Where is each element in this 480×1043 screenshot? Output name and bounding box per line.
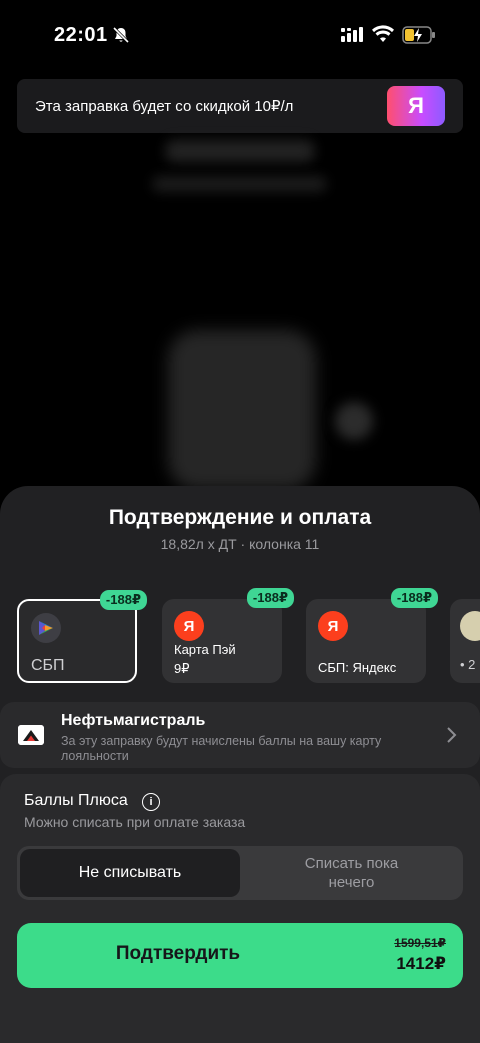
old-price: 1599,51₽ bbox=[394, 936, 446, 950]
plus-points-subtitle: Можно списать при оплате заказа bbox=[24, 814, 246, 830]
plus-points-title: Баллы Плюса bbox=[24, 792, 128, 809]
promo-text: Эта заправка будет со скидкой 10₽/л bbox=[35, 98, 294, 115]
yandex-logo: Я bbox=[387, 86, 445, 126]
payment-method-label: Карта Пэй bbox=[174, 642, 236, 657]
chevron-right-icon bbox=[447, 727, 457, 743]
sheet-subtitle: 18,82л х ДТ · колонка 11 bbox=[160, 536, 320, 552]
yandex-icon: Я bbox=[174, 611, 204, 641]
bell-muted-icon bbox=[112, 26, 130, 44]
payment-method-sbp-yandex[interactable]: -188₽ Я СБП: Яндекс bbox=[306, 588, 438, 683]
sheet-title: Подтверждение и оплата bbox=[108, 506, 372, 529]
info-icon[interactable]: i bbox=[142, 793, 160, 811]
wifi-icon bbox=[372, 25, 394, 42]
confirm-button[interactable]: Подтвердить 1599,51₽ 1412₽ bbox=[17, 923, 463, 988]
discount-badge: -188₽ bbox=[390, 588, 438, 608]
background-subtitle-blurred bbox=[152, 176, 327, 192]
payment-method-label: СБП bbox=[31, 657, 65, 674]
sbp-icon bbox=[31, 613, 61, 643]
new-price: 1412₽ bbox=[396, 954, 446, 973]
loyalty-card-row[interactable]: Нефтьмагистраль За эту заправку будут на… bbox=[0, 702, 480, 768]
payment-method-balance: 9₽ bbox=[174, 661, 190, 676]
loyalty-description: За эту заправку будут начислены баллы на… bbox=[61, 734, 382, 763]
points-toggle: Не списывать Списать пока нечего bbox=[17, 846, 463, 900]
discount-badge: -188₽ bbox=[99, 590, 147, 610]
neftmagistral-logo bbox=[18, 725, 44, 745]
payment-method-card-pay[interactable]: -188₽ Я Карта Пэй 9₽ bbox=[162, 588, 294, 683]
option-spend-label: Списать пока нечего bbox=[304, 855, 399, 891]
payment-method-balance: • 2 bbox=[460, 657, 476, 672]
payment-sheet: Подтверждение и оплата 18,82л х ДТ · кол… bbox=[0, 486, 480, 1043]
promo-banner[interactable]: Эта заправка будет со скидкой 10₽/л Я bbox=[17, 79, 463, 133]
status-bar: 22:01 bbox=[0, 0, 480, 70]
discount-badge: -188₽ bbox=[246, 588, 294, 608]
coin-icon bbox=[460, 611, 480, 641]
option-spend[interactable]: Списать пока нечего bbox=[240, 846, 463, 900]
option-dont-spend[interactable]: Не списывать bbox=[20, 849, 240, 897]
yandex-icon: Я bbox=[318, 611, 348, 641]
signal-icon bbox=[341, 27, 363, 42]
payment-method-sbp[interactable]: -188₽ СБП bbox=[17, 590, 147, 683]
confirm-label: Подтвердить bbox=[115, 943, 241, 964]
background-title-blurred bbox=[165, 140, 315, 162]
loyalty-title: Нефтьмагистраль bbox=[61, 712, 206, 729]
payment-method-partial[interactable]: • 2 bbox=[450, 599, 480, 683]
payment-method-label: СБП: Яндекс bbox=[318, 660, 397, 675]
status-time: 22:01 bbox=[54, 24, 108, 46]
plus-points-section: Баллы Плюса i Можно списать при оплате з… bbox=[0, 774, 480, 1043]
battery-charging-icon bbox=[402, 26, 435, 44]
background-button-blurred bbox=[335, 402, 373, 440]
background-pump-blurred bbox=[168, 330, 316, 490]
